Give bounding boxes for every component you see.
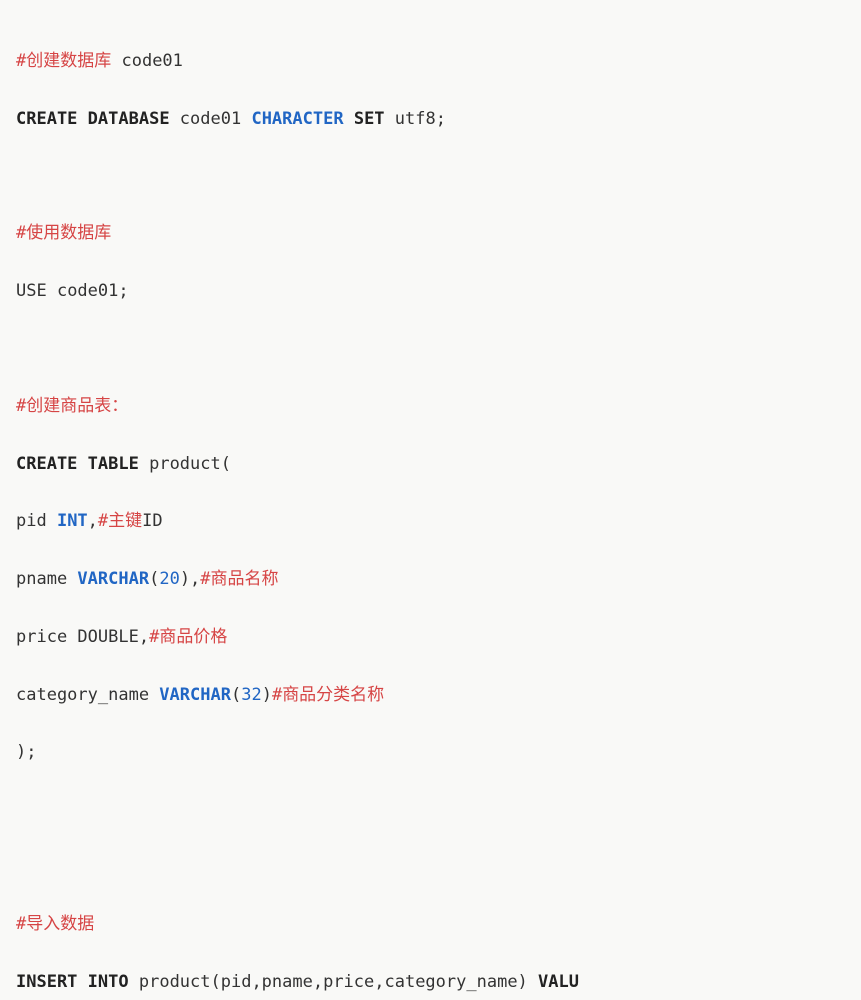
number-literal: 32 bbox=[241, 685, 261, 705]
paren-close: ); bbox=[16, 742, 36, 762]
comment-hash: # bbox=[16, 223, 26, 243]
identifier: code01 bbox=[111, 51, 183, 71]
keyword-create: CREATE bbox=[16, 454, 77, 474]
comma: , bbox=[88, 511, 98, 531]
blank-line bbox=[16, 796, 845, 824]
comma: , bbox=[139, 627, 149, 647]
comment-hash: # bbox=[149, 627, 159, 647]
comment-text: 主键 bbox=[108, 511, 142, 531]
keyword-into: INTO bbox=[88, 972, 129, 992]
comment-text: 导入数据 bbox=[26, 914, 94, 934]
code-line-10: category_name VARCHAR(32)#商品分类名称 bbox=[16, 681, 845, 710]
type-varchar: VARCHAR bbox=[159, 685, 231, 705]
comment-text: 创建数据库 bbox=[26, 51, 111, 71]
comment-text: 创建商品表： bbox=[26, 396, 128, 416]
identifier: product( bbox=[139, 454, 231, 474]
comment-text: 商品分类名称 bbox=[282, 685, 384, 705]
comment-hash: # bbox=[16, 914, 26, 934]
paren-close: ) bbox=[262, 685, 272, 705]
blank-line bbox=[16, 335, 845, 363]
comment-hash: # bbox=[16, 396, 26, 416]
keyword-table: TABLE bbox=[88, 454, 139, 474]
identifier-id: ID bbox=[142, 511, 162, 531]
identifier: code01 bbox=[170, 109, 252, 129]
blank-line bbox=[16, 162, 845, 190]
paren-open: ( bbox=[231, 685, 241, 705]
column-pname: pname bbox=[16, 569, 77, 589]
type-varchar: VARCHAR bbox=[77, 569, 149, 589]
code-line-6: CREATE TABLE product( bbox=[16, 450, 845, 479]
keyword-database: DATABASE bbox=[88, 109, 170, 129]
code-line-9: price DOUBLE,#商品价格 bbox=[16, 623, 845, 652]
code-line-7: pid INT,#主键ID bbox=[16, 507, 845, 536]
keyword-create: CREATE bbox=[16, 109, 77, 129]
column-pid: pid bbox=[16, 511, 57, 531]
identifier: product(pid,pname,price,category_name) bbox=[129, 972, 538, 992]
comment-hash: # bbox=[16, 51, 26, 71]
code-line-5: #创建商品表： bbox=[16, 392, 845, 421]
comment-text: 使用数据库 bbox=[26, 223, 111, 243]
column-category: category_name bbox=[16, 685, 159, 705]
code-line-1: #创建数据库 code01 bbox=[16, 47, 845, 76]
comment-hash: # bbox=[272, 685, 282, 705]
identifier: code01; bbox=[57, 281, 129, 301]
type-double: DOUBLE bbox=[77, 627, 138, 647]
blank-line bbox=[16, 853, 845, 881]
sql-code-block: #创建数据库 code01 CREATE DATABASE code01 CHA… bbox=[16, 18, 845, 1000]
code-line-2: CREATE DATABASE code01 CHARACTER SET utf… bbox=[16, 105, 845, 134]
keyword-valu: VALU bbox=[538, 972, 579, 992]
paren-close: ), bbox=[180, 569, 200, 589]
column-price: price bbox=[16, 627, 77, 647]
code-line-3: #使用数据库 bbox=[16, 219, 845, 248]
comment-hash: # bbox=[98, 511, 108, 531]
code-line-12: #导入数据 bbox=[16, 910, 845, 939]
number-literal: 20 bbox=[159, 569, 179, 589]
paren-open: ( bbox=[149, 569, 159, 589]
code-line-13: INSERT INTO product(pid,pname,price,cate… bbox=[16, 968, 845, 997]
code-line-11: ); bbox=[16, 738, 845, 767]
keyword-set: SET bbox=[354, 109, 385, 129]
keyword-character: CHARACTER bbox=[251, 109, 343, 129]
keyword-insert: INSERT bbox=[16, 972, 77, 992]
code-line-4: USE code01; bbox=[16, 277, 845, 306]
comment-text: 商品价格 bbox=[159, 627, 227, 647]
keyword-use: USE bbox=[16, 281, 57, 301]
comment-hash: # bbox=[200, 569, 210, 589]
code-line-8: pname VARCHAR(20),#商品名称 bbox=[16, 565, 845, 594]
comment-text: 商品名称 bbox=[211, 569, 279, 589]
identifier: utf8; bbox=[385, 109, 446, 129]
type-int: INT bbox=[57, 511, 88, 531]
